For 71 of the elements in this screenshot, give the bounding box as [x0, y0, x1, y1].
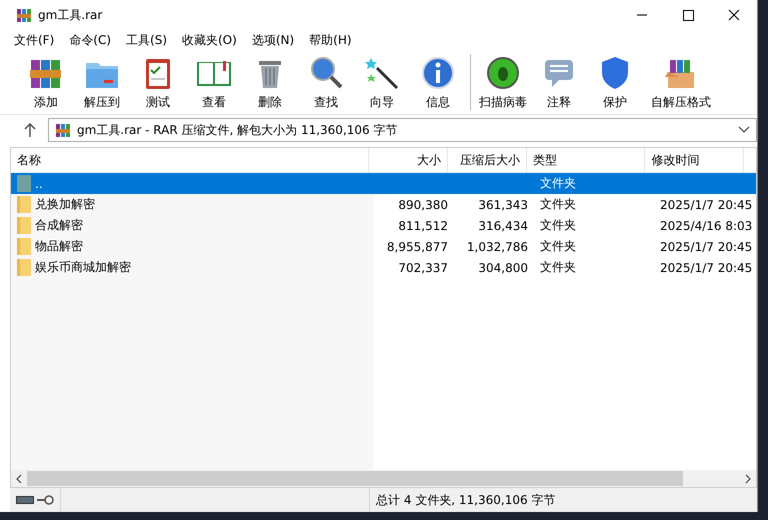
clipboard-icon	[146, 58, 170, 88]
table-cell: 304,800	[478, 260, 528, 274]
table-cell: 2025/4/16 8:03	[660, 218, 752, 232]
table-cell: 2025/1/7 20:45	[660, 260, 752, 274]
column-header[interactable]: 压缩后大小	[448, 148, 527, 172]
magic-wand-icon	[365, 58, 398, 89]
table-cell: 文件夹	[540, 259, 576, 276]
toolbar-button[interactable]: 自解压格式	[643, 54, 719, 110]
box-icon	[665, 60, 694, 88]
folder-up-icon	[17, 175, 31, 192]
file-name[interactable]: ..	[35, 176, 43, 190]
toolbar-button[interactable]: 注释	[531, 54, 587, 110]
menu-item[interactable]: 工具(S)	[118, 32, 174, 48]
file-name[interactable]: 兑换加解密	[35, 196, 95, 213]
toolbar-button[interactable]: 信息	[410, 54, 466, 110]
status-text: 总计 4 文件夹, 11,360,106 字节	[376, 492, 556, 508]
search-icon	[311, 56, 342, 88]
up-arrow-icon[interactable]	[24, 123, 36, 137]
info-icon	[422, 56, 454, 88]
table-cell: 文件夹	[540, 175, 576, 192]
toolbar-button[interactable]: 查找	[298, 54, 354, 110]
folder-icon	[17, 196, 31, 213]
column-header[interactable]: 名称	[11, 148, 369, 172]
table-cell: 1,032,786	[466, 240, 528, 254]
folder-icon	[17, 217, 31, 234]
menu-item[interactable]: 选项(N)	[244, 32, 302, 48]
menu-item[interactable]: 帮助(H)	[301, 32, 359, 48]
folder-icon	[86, 62, 118, 88]
toolbar-button[interactable]: 删除	[242, 54, 298, 110]
shield-icon	[602, 56, 628, 88]
menu-item[interactable]: 命令(C)	[61, 32, 118, 48]
books-icon	[30, 60, 61, 88]
books-icon	[55, 122, 71, 138]
toolbar-button[interactable]: 添加	[18, 54, 74, 110]
book-icon	[197, 60, 231, 86]
toolbar-button[interactable]: 测试	[130, 54, 186, 110]
folder-icon	[17, 259, 31, 276]
folder-icon	[17, 238, 31, 255]
table-cell: 2025/1/7 20:45	[660, 240, 752, 254]
table-cell: 文件夹	[540, 196, 576, 213]
file-name[interactable]: 合成解密	[35, 217, 83, 234]
file-name[interactable]: 娱乐币商城加解密	[35, 259, 131, 276]
key-icon	[36, 495, 54, 505]
window-title: gm工具.rar	[38, 6, 102, 24]
menu-item[interactable]: 收藏夹(O)	[174, 32, 244, 48]
table-cell: 702,337	[398, 260, 448, 274]
drive-icon	[16, 495, 34, 505]
scrollbar-thumb[interactable]	[27, 471, 683, 486]
toolbar-button[interactable]: 扫描病毒	[475, 54, 531, 110]
speech-bubble-icon	[545, 60, 573, 86]
column-header[interactable]: 大小	[368, 148, 448, 172]
toolbar-button[interactable]: 保护	[587, 54, 643, 110]
toolbar-button[interactable]: 向导	[354, 54, 410, 110]
table-cell: 文件夹	[540, 217, 576, 234]
table-cell: 890,380	[398, 198, 448, 212]
books-icon	[16, 7, 32, 23]
table-cell: 811,512	[398, 218, 448, 232]
table-cell: 2025/1/7 20:45	[660, 198, 752, 212]
toolbar-button[interactable]: 解压到	[74, 54, 130, 110]
column-header[interactable]: 修改时间	[645, 148, 744, 172]
trash-icon	[259, 60, 281, 88]
menu-item[interactable]: 文件(F)	[6, 32, 62, 48]
table-cell: 316,434	[478, 218, 528, 232]
file-name[interactable]: 物品解密	[35, 238, 83, 255]
column-header[interactable]: 类型	[526, 148, 646, 172]
table-cell: 8,955,877	[386, 240, 448, 254]
table-cell: 361,343	[478, 198, 528, 212]
toolbar-button[interactable]: 查看	[186, 54, 242, 110]
address-field[interactable]: gm工具.rar - RAR 压缩文件, 解包大小为 11,360,106 字节	[48, 118, 757, 142]
table-cell: 文件夹	[540, 238, 576, 255]
dropdown-caret-icon[interactable]	[738, 126, 750, 134]
